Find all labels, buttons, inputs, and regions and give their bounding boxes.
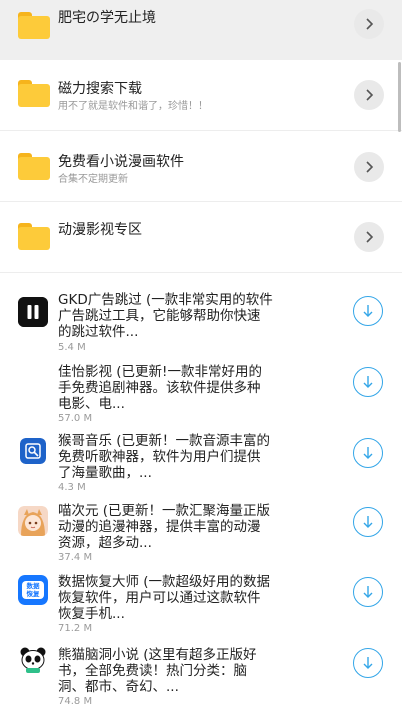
folder-row[interactable]: 肥宅の学无止境	[0, 0, 402, 60]
app-description-line: 数据恢复大师 (一款超级好用的数据	[58, 574, 271, 590]
folder-title: 动漫影视专区	[58, 222, 142, 238]
app-list: GKD广告跳过 (一款非常实用的软件 广告跳过工具，它能够帮助你快速 的跳过软件…	[0, 280, 402, 707]
music-search-icon	[20, 438, 46, 464]
download-icon[interactable]	[353, 367, 383, 397]
app-description-line: 恢复手机...	[58, 606, 125, 622]
gkd-pause-icon	[18, 297, 48, 327]
app-list-item[interactable]: 数据 恢复 数据恢复大师 (一款超级好用的数据 恢复软件，用户可以通过这款软件 …	[0, 564, 402, 635]
download-icon[interactable]	[353, 577, 383, 607]
app-description-line: 手免费追剧神器。该软件提供多种	[58, 380, 261, 396]
scrollbar[interactable]	[398, 62, 401, 132]
app-description: 喵次元 (已更新！一款汇聚海量正版 动漫的追漫神器，提供丰富的动漫 资源，超多动…	[58, 503, 286, 551]
app-description: 熊猫脑洞小说 (这里有超多正版好 书，全部免费读！热门分类：脑 洞、都市、奇幻、…	[58, 647, 286, 695]
folder-row[interactable]: 动漫影视专区	[0, 202, 402, 273]
data-recovery-icon: 数据 恢复	[18, 575, 48, 605]
chevron-right-icon[interactable]	[354, 152, 384, 182]
app-description-line: 的跳过软件...	[58, 324, 139, 340]
app-description-line: 熊猫脑洞小说 (这里有超多正版好	[58, 647, 257, 663]
app-list-item[interactable]: 猴哥音乐 (已更新！一款音源丰富的 免费听歌神器，软件为用户们提供 了海量歌曲，…	[0, 422, 402, 493]
app-description-line: 佳怡影视 (已更新!一款非常好用的	[58, 364, 262, 380]
app-description-line: 书，全部免费读！热门分类：脑	[58, 663, 247, 679]
app-description-line: 喵次元 (已更新！一款汇聚海量正版	[58, 503, 271, 519]
app-description-line: 电影、电...	[58, 396, 125, 412]
app-list-item[interactable]: 佳怡影视 (已更新!一款非常好用的 手免费追剧神器。该软件提供多种 电影、电..…	[0, 351, 402, 424]
app-size: 74.8 M	[58, 696, 93, 707]
folder-title: 免费看小说漫画软件	[58, 154, 184, 170]
folder-list: 肥宅の学无止境 磁力搜索下载 用不了就是软件和谐了，珍惜！！ 免费看小说漫画软件…	[0, 0, 402, 273]
folder-icon	[18, 153, 50, 180]
app-list-item[interactable]: 熊猫脑洞小说 (这里有超多正版好 书，全部免费读！热门分类：脑 洞、都市、奇幻、…	[0, 635, 402, 707]
app-description: 数据恢复大师 (一款超级好用的数据 恢复软件，用户可以通过这款软件 恢复手机..…	[58, 574, 286, 622]
folder-title: 磁力搜索下载	[58, 81, 142, 97]
app-list-item[interactable]: 喵次元 (已更新！一款汇聚海量正版 动漫的追漫神器，提供丰富的动漫 资源，超多动…	[0, 493, 402, 564]
data-recovery-icon-text: 数据 恢复	[26, 582, 40, 598]
app-size: 4.3 M	[58, 482, 86, 493]
folder-title: 肥宅の学无止境	[58, 10, 156, 26]
blank-icon	[18, 361, 48, 391]
app-description-line: 猴哥音乐 (已更新！一款音源丰富的	[58, 433, 271, 449]
chevron-right-icon[interactable]	[354, 80, 384, 110]
folder-icon	[18, 80, 50, 107]
app-description: GKD广告跳过 (一款非常实用的软件 广告跳过工具，它能够帮助你快速 的跳过软件…	[58, 292, 286, 340]
download-icon[interactable]	[353, 648, 383, 678]
app-description-line: 资源，超多动...	[58, 535, 152, 551]
app-size: 37.4 M	[58, 552, 93, 563]
app-description-line: 广告跳过工具，它能够帮助你快速	[58, 308, 261, 324]
app-description-line: GKD广告跳过 (一款非常实用的软件	[58, 292, 273, 308]
folder-icon	[18, 223, 50, 250]
folder-icon	[18, 12, 50, 39]
folder-row[interactable]: 免费看小说漫画软件 合集不定期更新	[0, 131, 402, 202]
download-icon[interactable]	[353, 507, 383, 537]
app-description: 佳怡影视 (已更新!一款非常好用的 手免费追剧神器。该软件提供多种 电影、电..…	[58, 364, 286, 412]
panda-icon	[18, 644, 48, 674]
app-description-line: 动漫的追漫神器，提供丰富的动漫	[58, 519, 261, 535]
download-icon[interactable]	[353, 438, 383, 468]
folder-subtitle: 合集不定期更新	[58, 174, 128, 185]
app-description-line: 恢复软件，用户可以通过这款软件	[58, 590, 261, 606]
folder-row[interactable]: 磁力搜索下载 用不了就是软件和谐了，珍惜！！	[0, 60, 402, 131]
chevron-right-icon[interactable]	[354, 9, 384, 39]
folder-subtitle: 用不了就是软件和谐了，珍惜！！	[58, 101, 208, 112]
anime-girl-icon	[18, 506, 48, 536]
app-description-line: 洞、都市、奇幻、...	[58, 679, 179, 695]
app-size: 71.2 M	[58, 623, 93, 634]
app-list-item[interactable]: GKD广告跳过 (一款非常实用的软件 广告跳过工具，它能够帮助你快速 的跳过软件…	[0, 280, 402, 353]
app-description: 猴哥音乐 (已更新！一款音源丰富的 免费听歌神器，软件为用户们提供 了海量歌曲，…	[58, 433, 286, 481]
app-description-line: 免费听歌神器，软件为用户们提供	[58, 449, 261, 465]
app-description-line: 了海量歌曲，...	[58, 465, 152, 481]
chevron-right-icon[interactable]	[354, 222, 384, 252]
download-icon[interactable]	[353, 296, 383, 326]
